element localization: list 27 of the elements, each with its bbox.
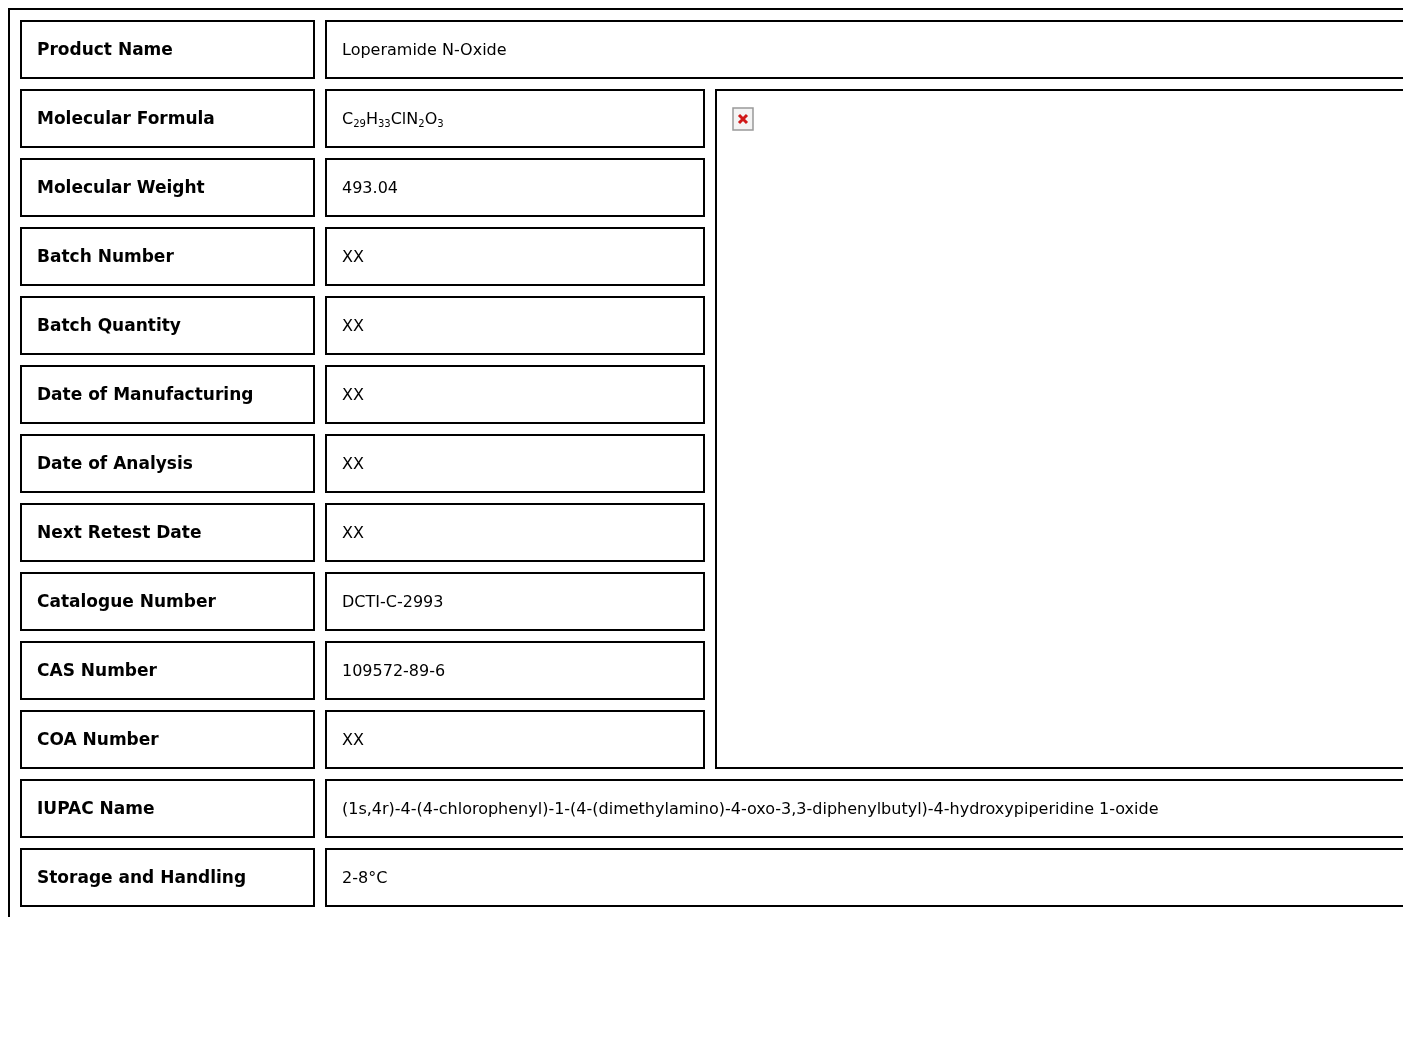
field-label: Next Retest Date (20, 503, 315, 562)
field-label: IUPAC Name (20, 779, 315, 838)
field-value: DCTI-C-2993 (325, 572, 705, 631)
field-value: Loperamide N-Oxide (325, 20, 1403, 79)
field-label: Date of Analysis (20, 434, 315, 493)
field-value: XX (325, 503, 705, 562)
field-label: CAS Number (20, 641, 315, 700)
field-label: Molecular Formula (20, 89, 315, 148)
field-value: XX (325, 710, 705, 769)
field-label: Product Name (20, 20, 315, 79)
field-value: XX (325, 296, 705, 355)
field-value: 109572-89-6 (325, 641, 705, 700)
broken-image-icon (732, 107, 754, 131)
field-label: Batch Quantity (20, 296, 315, 355)
field-label: Catalogue Number (20, 572, 315, 631)
field-value: (1s,4r)-4-(4-chlorophenyl)-1-(4-(dimethylamino)-4-oxo-3,3-diphenylbutyl)-4-hydroxypiperidine 1-oxide (325, 779, 1403, 838)
field-label: Date of Manufacturing (20, 365, 315, 424)
field-value: 493.04 (325, 158, 705, 217)
field-label: Molecular Weight (20, 158, 315, 217)
field-label: Storage and Handling (20, 848, 315, 907)
field-value: C$_{29}$H$_{33}$ClN$_{2}$O$_{3}$ (325, 89, 705, 148)
field-label: Batch Number (20, 227, 315, 286)
field-value: XX (325, 227, 705, 286)
field-value: XX (325, 434, 705, 493)
field-value: 2-8°C (325, 848, 1403, 907)
field-value: XX (325, 365, 705, 424)
field-label: COA Number (20, 710, 315, 769)
